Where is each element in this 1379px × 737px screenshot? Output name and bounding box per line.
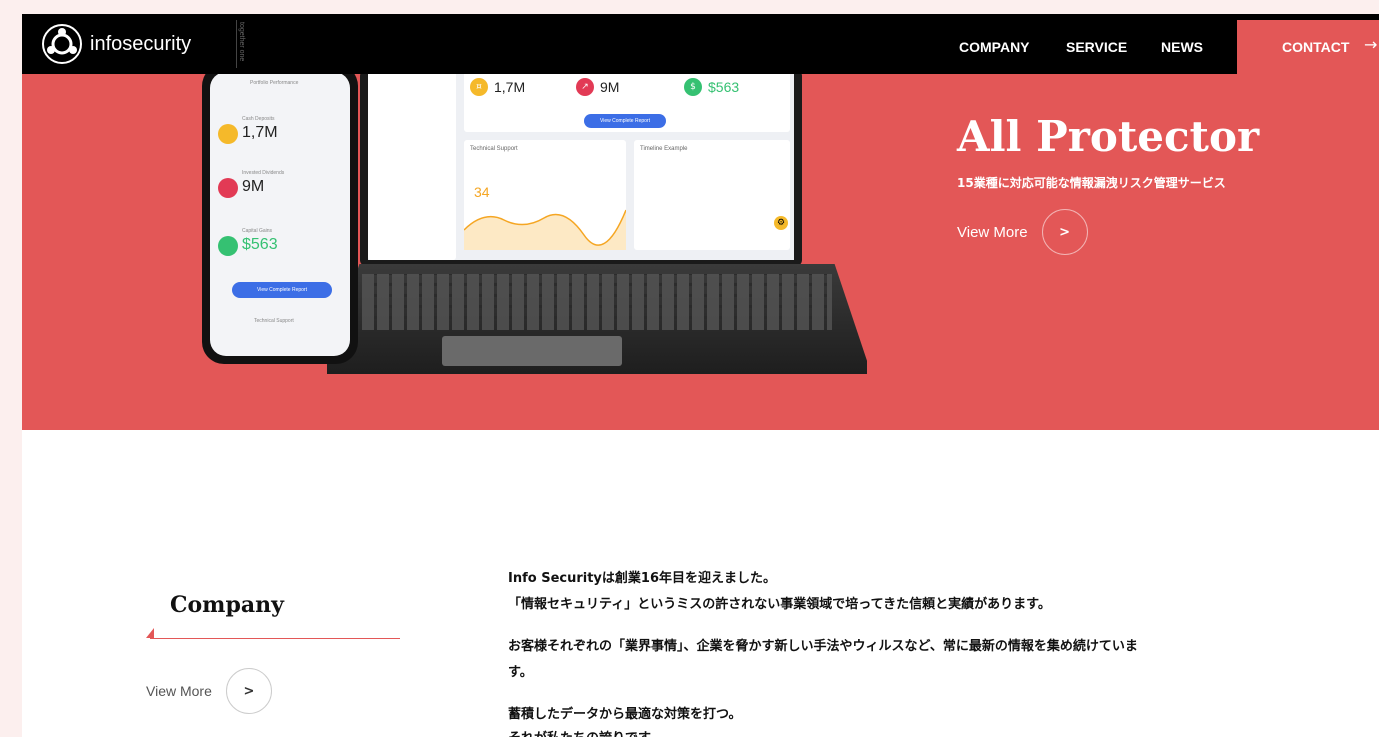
company-text-line: 蓄積したデータから最適な対策を打つ。 [508, 707, 742, 722]
stat-2: ↗ 9M [576, 78, 619, 96]
stat-value: $563 [708, 79, 740, 95]
stat-3: $ $563 [684, 78, 739, 96]
dollar-icon [218, 236, 238, 256]
hero-subtitle: 15業種に対応可能な情報漏洩リスク管理サービス [957, 176, 1226, 190]
hero-title: All Protector [957, 112, 1260, 161]
phone-value: 9M [242, 178, 265, 195]
phone-label: Technical Support [254, 318, 294, 324]
technical-support-panel: Technical Support 34 [464, 140, 626, 250]
phone-report-button: View Complete Report [232, 282, 332, 298]
laptop-dashboard: ¤ 1,7M ↗ 9M $ $563 View Complete Report … [368, 74, 794, 260]
chevron-right-icon[interactable]: > [225, 668, 272, 714]
nav-service[interactable]: SERVICE [1066, 39, 1127, 55]
phone-label: Invested Dividends [242, 170, 285, 176]
company-text-line: Info Securityは創業16年目を迎えました。 [508, 571, 776, 586]
view-more-label: View More [957, 223, 1028, 241]
company-text-line: お客様それぞれの「業界事情」、企業を脅かす新しい手法やウィルスなど、常に最新の情… [508, 639, 1138, 654]
stats-card: ¤ 1,7M ↗ 9M $ $563 View Complete Report [464, 74, 790, 132]
chart-icon [218, 178, 238, 198]
stat-value: 1,7M [494, 79, 526, 95]
phone-label: Cash Deposits [242, 116, 275, 122]
arrow-right-icon: → [1364, 35, 1378, 54]
dashboard-sidebar [368, 74, 456, 260]
contact-label: CONTACT [1282, 39, 1350, 55]
timeline-panel: Timeline Example ⚙ [634, 140, 790, 250]
company-view-more[interactable]: View More > [146, 668, 272, 714]
logo[interactable]: infosecurity [40, 22, 191, 66]
view-report-button: View Complete Report [584, 114, 666, 128]
heading-accent [146, 628, 154, 638]
laptop-trackpad [442, 336, 622, 366]
view-more-label: View More [146, 683, 212, 699]
site-header: infosecurity together one COMPANY SERVIC… [22, 14, 1379, 74]
phone-screen: Portfolio Performance Cash Deposits 1,7M… [210, 74, 350, 356]
panel-title: Technical Support [470, 146, 518, 152]
chart-icon: ↗ [576, 78, 594, 96]
dollar-icon: $ [684, 78, 702, 96]
nav-news[interactable]: NEWS [1161, 39, 1203, 55]
logo-icon [42, 24, 82, 64]
chevron-right-icon[interactable]: > [1041, 209, 1088, 255]
panel-title: Timeline Example [640, 146, 688, 152]
nav-company[interactable]: COMPANY [959, 39, 1030, 55]
contact-button[interactable]: CONTACT → [1237, 20, 1379, 74]
company-text-line: それが私たちの誇りです。 [508, 728, 663, 737]
line-chart [464, 209, 626, 250]
phone-mockup: Portfolio Performance Cash Deposits 1,7M… [202, 74, 358, 364]
logo-tagline: together one [238, 22, 245, 62]
hero-view-more[interactable]: View More > [957, 209, 1088, 255]
company-heading: Company [170, 592, 284, 618]
company-text-line: 「情報セキュリティ」というミスの許されない事業領域で培ってきた信頼と実績がありま… [508, 597, 1051, 612]
heading-underline [150, 638, 400, 639]
company-text-line: す。 [508, 665, 533, 680]
hero-banner: ¤ 1,7M ↗ 9M $ $563 View Complete Report … [22, 74, 1379, 430]
stat-1: ¤ 1,7M [470, 78, 525, 96]
logo-text: infosecurity [90, 32, 192, 55]
stat-value: 9M [600, 79, 620, 95]
laptop-mockup: ¤ 1,7M ↗ 9M $ $563 View Complete Report … [360, 74, 802, 266]
gear-icon: ⚙ [774, 216, 788, 230]
logo-divider [236, 20, 237, 68]
phone-label: Portfolio Performance [250, 80, 299, 86]
laptop-keyboard [362, 274, 832, 330]
coins-icon: ¤ [470, 78, 488, 96]
phone-value: 1,7M [242, 124, 278, 141]
page-frame: ¤ 1,7M ↗ 9M $ $563 View Complete Report … [22, 14, 1379, 737]
phone-label: Capital Gains [242, 228, 273, 234]
phone-value: $563 [242, 236, 278, 253]
coins-icon [218, 124, 238, 144]
